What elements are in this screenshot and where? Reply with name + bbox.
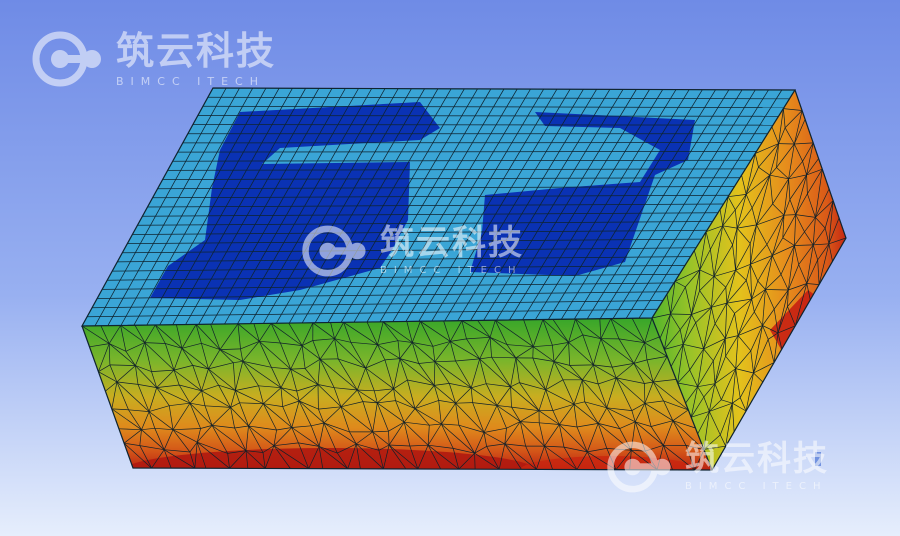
graphics-viewport[interactable]: 筑云科技 BIMCC ITECH 筑云科技 BIMCC ITECH 筑云科技 B… bbox=[0, 0, 900, 536]
coordinate-triad-icon bbox=[815, 452, 821, 466]
fea-mesh-model[interactable] bbox=[0, 0, 900, 536]
